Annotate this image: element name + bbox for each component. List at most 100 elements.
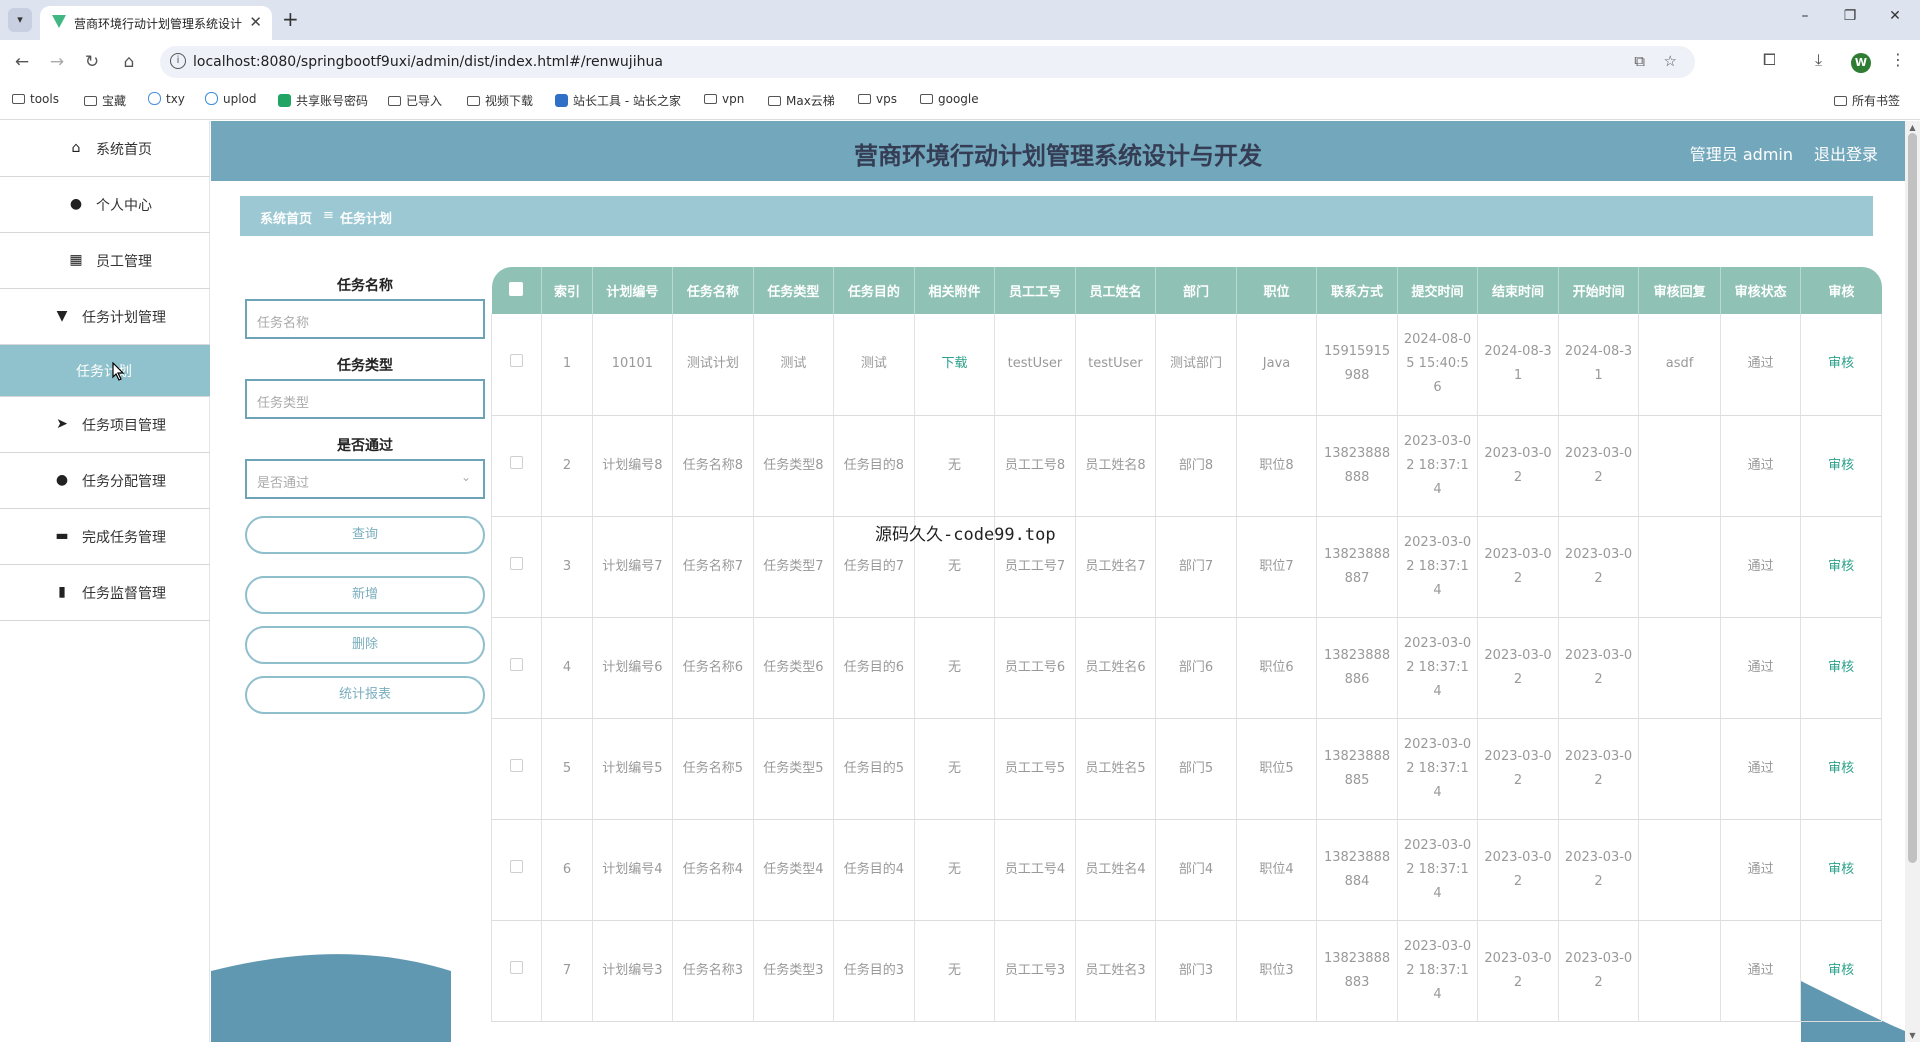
url-box[interactable]: i localhost:8080/springbootf9uxi/admin/d… xyxy=(160,46,1695,78)
select-all-cell[interactable] xyxy=(491,267,543,314)
folder-icon xyxy=(84,96,97,106)
screenshot-icon[interactable]: ⧉ xyxy=(1634,52,1645,70)
row-select-cell[interactable] xyxy=(491,314,543,416)
bookmark-vpn[interactable]: vpn xyxy=(704,92,744,106)
url-text[interactable]: localhost:8080/springbootf9uxi/admin/dis… xyxy=(193,54,663,70)
row-select-cell[interactable] xyxy=(491,415,543,517)
row-checkbox[interactable] xyxy=(510,354,524,368)
close-window-button[interactable]: ✕ xyxy=(1880,8,1910,24)
back-button[interactable]: ← xyxy=(10,50,34,74)
table-row[interactable]: 5 计划编号5 任务名称5 任务类型5 任务目的5 无员工工号5 员工姓名5 部门5 职位5 13… xyxy=(491,718,1882,820)
more-menu-icon[interactable]: ⋮ xyxy=(1890,50,1906,69)
bookmark-treasure[interactable]: 宝藏 xyxy=(84,92,126,109)
bookmark-shared-accounts[interactable]: 共享账号密码 xyxy=(278,92,368,109)
new-tab-button[interactable]: + xyxy=(282,7,299,31)
bookmark-max-ladder[interactable]: Max云梯 xyxy=(768,92,835,109)
bookmark-uplod[interactable]: uplod xyxy=(205,92,257,106)
minimize-button[interactable]: – xyxy=(1790,8,1820,24)
bookmark-vps[interactable]: vps xyxy=(858,92,897,106)
review-link[interactable]: 审核 xyxy=(1800,718,1882,820)
restore-button[interactable]: ❐ xyxy=(1835,8,1865,24)
bookmark-video-download[interactable]: 视频下载 xyxy=(467,92,533,109)
delete-button[interactable]: 删除 xyxy=(245,626,485,664)
review-link[interactable]: 审核 xyxy=(1800,314,1882,416)
cell-phone: 13823888887 xyxy=(1316,516,1398,618)
query-button[interactable]: 查询 xyxy=(245,516,485,554)
select-all-checkbox[interactable] xyxy=(509,281,524,296)
pass-select[interactable]: 是否通过 ⌄ xyxy=(245,459,485,499)
bookmark-chinaz[interactable]: 站长工具 - 站长之家 xyxy=(555,92,681,109)
table-row[interactable]: 4 计划编号6 任务名称6 任务类型6 任务目的6 无员工工号6 员工姓名6 部门6 职位6 13… xyxy=(491,617,1882,719)
cell-submit-time: 2023-03-02 18:37:14 xyxy=(1396,819,1479,921)
folder-icon xyxy=(704,94,717,104)
table-row[interactable]: 3 计划编号7 任务名称7 任务类型7 任务目的7 无员工工号7 员工姓名7 部门7 职位7 13… xyxy=(491,516,1882,618)
profile-avatar[interactable]: W xyxy=(1851,53,1871,73)
bookmark-txy[interactable]: txy xyxy=(148,92,185,106)
bookmark-google[interactable]: google xyxy=(920,92,979,106)
close-tab-icon[interactable]: ✕ xyxy=(249,13,262,31)
logout-link[interactable]: 退出登录 xyxy=(1814,141,1878,165)
bookmark-imported[interactable]: 已导入 xyxy=(388,92,442,109)
home-button[interactable]: ⌂ xyxy=(117,50,141,74)
cell-emp-no: testUser xyxy=(994,314,1076,416)
column-header: 开始时间 xyxy=(1558,267,1640,314)
review-link[interactable]: 审核 xyxy=(1800,617,1882,719)
row-select-cell[interactable] xyxy=(491,516,543,618)
review-link[interactable]: 审核 xyxy=(1800,920,1882,1022)
row-checkbox[interactable] xyxy=(510,556,524,570)
review-link[interactable]: 审核 xyxy=(1800,819,1882,921)
cell-phone: 13823888884 xyxy=(1316,819,1398,921)
row-checkbox[interactable] xyxy=(510,758,524,772)
cell-emp-name: 员工姓名8 xyxy=(1074,415,1157,517)
table-row[interactable]: 6 计划编号4 任务名称4 任务类型4 任务目的4 无员工工号4 员工姓名4 部门4 职位4 13… xyxy=(491,819,1882,921)
sidebar-item-supervise-mgmt[interactable]: ▮ 任务监督管理 xyxy=(0,565,210,621)
column-header: 联系方式 xyxy=(1316,267,1398,314)
sidebar-item-task-plan[interactable]: 任务计划 xyxy=(0,345,210,397)
bookmark-star-icon[interactable]: ☆ xyxy=(1664,52,1677,70)
sidebar-item-plan-mgmt[interactable]: ▼ 任务计划管理 xyxy=(0,289,210,345)
browser-tab[interactable]: 营商环境行动计划管理系统设计 ✕ xyxy=(40,6,272,40)
row-checkbox[interactable] xyxy=(510,960,524,974)
download-link[interactable]: 下载 xyxy=(913,314,996,416)
bookmark-tools[interactable]: tools xyxy=(12,92,59,106)
table-row[interactable]: 1 10101 测试计划 测试 测试 下载 testUser testUser 测试部门 Java… xyxy=(491,314,1882,416)
sidebar-item-project-mgmt[interactable]: ➤ 任务项目管理 xyxy=(0,397,210,453)
row-checkbox[interactable] xyxy=(510,657,524,671)
row-checkbox[interactable] xyxy=(510,859,524,873)
site-info-icon[interactable]: i xyxy=(170,53,186,69)
task-type-input[interactable]: 任务类型 xyxy=(245,379,485,419)
tab-search-button[interactable]: ▾ xyxy=(8,8,32,32)
scroll-up-icon[interactable]: ▲ xyxy=(1905,123,1920,132)
download-icon[interactable]: ⤓ xyxy=(1815,50,1822,70)
sidebar-item-done-mgmt[interactable]: ▬ 完成任务管理 xyxy=(0,509,210,565)
review-link[interactable]: 审核 xyxy=(1800,516,1882,618)
folder-icon xyxy=(1834,96,1847,106)
sidebar-item-employees[interactable]: ▦ 员工管理 xyxy=(0,233,210,289)
review-link[interactable]: 审核 xyxy=(1800,415,1882,517)
row-select-cell[interactable] xyxy=(491,617,543,719)
table-row[interactable]: 7 计划编号3 任务名称3 任务类型3 任务目的3 无员工工号3 员工姓名3 部门3 职位3 13… xyxy=(491,920,1882,1022)
report-button[interactable]: 统计报表 xyxy=(245,676,485,714)
row-checkbox[interactable] xyxy=(510,455,524,469)
table-row[interactable]: 2 计划编号8 任务名称8 任务类型8 任务目的8 无员工工号8 员工姓名8 部门8 职位8 13… xyxy=(491,415,1882,517)
cell-reply xyxy=(1638,920,1721,1022)
reload-button[interactable]: ↻ xyxy=(80,50,104,74)
sidebar-item-profile[interactable]: ● 个人中心 xyxy=(0,177,210,233)
all-bookmarks[interactable]: 所有书签 xyxy=(1834,92,1900,109)
breadcrumb-home[interactable]: 系统首页 xyxy=(260,208,312,227)
sidebar-item-home[interactable]: ⌂ 系统首页 xyxy=(0,121,210,177)
add-button[interactable]: 新增 xyxy=(245,576,485,614)
forward-button[interactable]: → xyxy=(45,50,69,74)
extensions-icon[interactable]: ⧠ xyxy=(1763,50,1776,70)
sidebar-item-assign-mgmt[interactable]: ● 任务分配管理 xyxy=(0,453,210,509)
cell-status: 通过 xyxy=(1719,617,1802,719)
row-select-cell[interactable] xyxy=(491,718,543,820)
row-select-cell[interactable] xyxy=(491,920,543,1022)
scrollbar-thumb[interactable] xyxy=(1908,133,1917,863)
cell-emp-no: 员工工号3 xyxy=(994,920,1076,1022)
scroll-down-icon[interactable]: ▼ xyxy=(1905,1031,1920,1040)
cell-end-time: 2023-03-02 xyxy=(1477,920,1559,1022)
task-name-input[interactable]: 任务名称 xyxy=(245,299,485,339)
row-select-cell[interactable] xyxy=(491,819,543,921)
page-scrollbar[interactable]: ▲ ▼ xyxy=(1905,121,1920,1042)
